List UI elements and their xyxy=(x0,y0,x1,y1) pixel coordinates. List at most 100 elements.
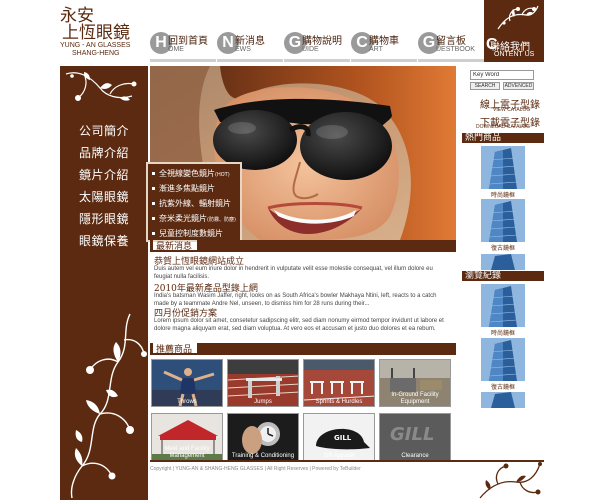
nav-guide-label: 購物說明 xyxy=(302,36,342,47)
nav-home-sub: OME xyxy=(168,46,184,53)
nav-news[interactable]: N 新消息 EWS xyxy=(217,30,283,62)
product-tile-caption: In-Ground Facility Equipment xyxy=(391,392,439,405)
submenu-item[interactable]: 兒童控制度數鏡片 xyxy=(152,228,223,239)
product-tile-caption: Gill Apparel xyxy=(323,453,355,459)
floral-ornament-icon xyxy=(497,5,539,30)
nav-cart[interactable]: C 購物車 ART xyxy=(351,30,417,62)
nav-contact-sub: ONTENT US xyxy=(494,51,535,58)
lens-submenu: 全視線變色鏡片(HOT) 漸進多焦點鏡片 抗紫外線、輻射鏡片 奈米柔光鏡片(防霧… xyxy=(146,162,242,242)
submenu-item[interactable]: 抗紫外線、輻射鏡片 xyxy=(152,198,231,209)
hot-product-caption[interactable]: 時尚鏡框 xyxy=(462,190,544,199)
hot-product-thumb[interactable] xyxy=(481,254,525,270)
submenu-item-label: 全視線變色鏡片 xyxy=(159,169,215,178)
product-tile-sprints-hurdles[interactable]: Sprints & Hurdles xyxy=(303,359,375,407)
product-tile-meet-management[interactable]: Meet and Facility Management xyxy=(151,413,223,461)
hot-product-thumb[interactable] xyxy=(481,146,525,189)
sidebar-item-sunglasses[interactable]: 太陽眼鏡 xyxy=(79,188,129,205)
sidebar-item-about[interactable]: 公司簡介 xyxy=(79,122,129,139)
nav-news-sub: EWS xyxy=(235,46,251,53)
submenu-item-tag: (防霧、防塵) xyxy=(207,217,236,223)
building-image xyxy=(481,338,525,381)
recent-caption[interactable]: 時尚鏡框 xyxy=(462,328,544,337)
nav-guide-sub: UIDE xyxy=(302,46,319,53)
sidebar-item-brands[interactable]: 品牌介紹 xyxy=(79,144,129,161)
recent-views-header: 瀏覽紀錄 xyxy=(462,271,544,281)
products-heading: 推薦商品 xyxy=(156,345,193,355)
nav-guestbook-sub: UESTBOOK xyxy=(436,46,475,53)
section-header-bar xyxy=(197,343,456,353)
news-item-body: Duis autem vel eum iriure dolor in hendr… xyxy=(154,266,433,280)
news-heading: 最新消息 xyxy=(156,242,193,252)
nav-cart-sub: ART xyxy=(369,46,383,53)
nav-home-label: 回到首頁 xyxy=(168,36,208,47)
building-image xyxy=(481,254,525,270)
nav-home[interactable]: H 回到首頁 OME xyxy=(150,30,216,62)
product-tile-caption: Sprints & Hurdles xyxy=(315,399,363,405)
submenu-item[interactable]: 全視線變色鏡片(HOT) xyxy=(152,168,230,179)
product-tile-clearance[interactable]: GILL Clearance xyxy=(379,413,451,461)
nav-divider xyxy=(150,59,216,62)
sidebar-item-lenses[interactable]: 鏡片介紹 xyxy=(79,166,129,183)
product-tile-training[interactable]: Training & Conditioning xyxy=(227,413,299,461)
recent-thumb[interactable] xyxy=(481,338,525,381)
product-tile-caption: Meet and Facility Management xyxy=(164,446,210,459)
news-item-body: Lorem ipsum dolor sit amet, consetetur s… xyxy=(154,318,444,332)
search-button[interactable]: SEARCH xyxy=(470,82,500,90)
nav-contact[interactable]: C 聯絡我們 ONTENT US xyxy=(484,0,544,62)
bullet-icon xyxy=(152,187,155,190)
nav-divider xyxy=(418,59,484,62)
top-navigation: H 回到首頁 OME N 新消息 EWS G 購物說明 UIDE C 購物車 A… xyxy=(150,30,484,62)
product-tile-in-ground-facility[interactable]: In-Ground Facility Equipment xyxy=(379,359,451,407)
bullet-icon xyxy=(152,217,155,220)
logo-en-2: SHANG-HENG xyxy=(72,50,120,57)
building-image xyxy=(481,284,525,327)
view-catalog-sub: VIEW CATALOG xyxy=(493,107,531,113)
floral-ornament-icon xyxy=(479,462,542,499)
sidebar-item-contacts[interactable]: 隱形眼鏡 xyxy=(79,210,129,227)
site-logo[interactable]: 永安 上恆眼鏡 YUNG - AN GLASSES SHANG-HENG xyxy=(60,8,148,64)
recent-thumb[interactable] xyxy=(481,392,525,408)
product-tile-caption: Training & Conditioning xyxy=(231,453,295,459)
product-tile-throws[interactable]: Throws xyxy=(151,359,223,407)
news-section-header: 最新消息 xyxy=(150,240,456,252)
recent-caption[interactable]: 復古鏡框 xyxy=(462,382,544,391)
hot-product-thumb[interactable] xyxy=(481,199,525,242)
floral-ornament-icon xyxy=(70,313,147,499)
building-image xyxy=(481,146,525,189)
submenu-item-label: 奈米柔光鏡片 xyxy=(159,214,207,223)
building-image xyxy=(481,199,525,242)
recent-thumb[interactable] xyxy=(481,284,525,327)
nav-guestbook[interactable]: G 留言板 UESTBOOK xyxy=(418,30,484,62)
download-catalog-sub: DOWNLOAD CATALOG xyxy=(476,124,530,130)
product-tile-gill-apparel[interactable]: GILL Gill Apparel xyxy=(303,413,375,461)
nav-cart-label: 購物車 xyxy=(369,36,399,47)
sidebar-item-care[interactable]: 眼鏡保養 xyxy=(79,232,129,249)
hot-products-header: 熱門商品 xyxy=(462,133,544,143)
svg-text:GILL: GILL xyxy=(334,434,352,442)
svg-text:GILL: GILL xyxy=(390,424,434,445)
submenu-item[interactable]: 奈米柔光鏡片(防霧、防塵) xyxy=(152,213,236,224)
hot-product-caption[interactable]: 復古鏡框 xyxy=(462,243,544,252)
footer-copyright: Copyright | YUNG-AN & SHANG-HENG GLASSES… xyxy=(150,466,361,472)
advanced-search-button[interactable]: ADVENCED xyxy=(503,82,534,90)
submenu-item-label: 兒童控制度數鏡片 xyxy=(159,229,223,238)
submenu-item[interactable]: 漸進多焦點鏡片 xyxy=(152,183,215,194)
products-section-header: 推薦商品 xyxy=(150,343,456,355)
nav-divider xyxy=(284,59,350,62)
submenu-item-label: 漸進多焦點鏡片 xyxy=(159,184,215,193)
submenu-item-label: 抗紫外線、輻射鏡片 xyxy=(159,199,231,208)
product-tile-jumps[interactable]: Jumps xyxy=(227,359,299,407)
submenu-item-tag: (HOT) xyxy=(215,172,230,178)
bullet-icon xyxy=(152,172,155,175)
nav-guide[interactable]: G 購物說明 UIDE xyxy=(284,30,350,62)
section-header-bar xyxy=(197,240,456,250)
nav-divider xyxy=(217,59,283,62)
search-input[interactable] xyxy=(470,70,534,80)
nav-news-label: 新消息 xyxy=(235,36,265,47)
product-tile-caption: Throws xyxy=(177,399,197,405)
logo-en-1: YUNG - AN GLASSES xyxy=(60,42,131,49)
product-tile-caption: Clearance xyxy=(401,453,429,459)
building-image xyxy=(481,392,525,408)
nav-divider xyxy=(351,59,417,62)
nav-guestbook-label: 留言板 xyxy=(436,36,466,47)
